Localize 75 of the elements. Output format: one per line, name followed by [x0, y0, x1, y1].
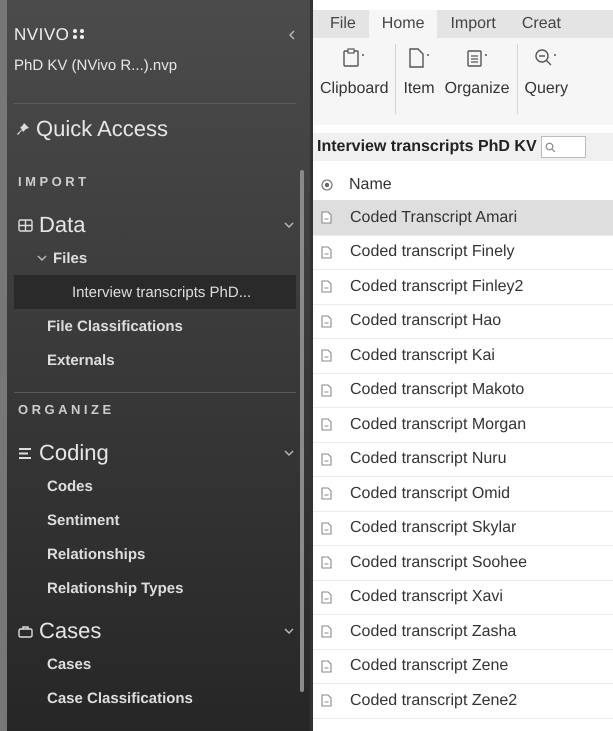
add-column-icon[interactable] [321, 179, 333, 191]
app-logo: NVIVO [14, 25, 88, 45]
file-row[interactable]: Coded transcript Omid [313, 477, 613, 512]
folder-title: Interview transcripts PhD KV [317, 138, 537, 156]
ribbon-button[interactable]: Organize [440, 44, 515, 114]
chevron-icon[interactable] [284, 627, 294, 635]
list-icon [465, 48, 490, 68]
nav-item[interactable]: Relationships [7, 537, 296, 571]
document-icon [321, 660, 332, 673]
lines-icon [18, 446, 33, 460]
document-icon [321, 556, 332, 570]
nav-group[interactable]: Data [7, 199, 310, 241]
search-icon [544, 142, 556, 152]
file-row[interactable]: Coded transcript Finley2 [313, 270, 613, 304]
nav-group[interactable]: Cases [7, 605, 310, 647]
document-icon [321, 280, 332, 294]
file-row[interactable]: Coded transcript Finely [313, 236, 613, 270]
chevron-icon[interactable] [37, 254, 47, 262]
nav-item[interactable]: Sentiment [7, 503, 296, 537]
nav-item[interactable]: Interview transcripts PhD... [14, 275, 296, 309]
file-row[interactable]: Coded transcript Soohee [313, 546, 613, 580]
briefcase-icon [18, 624, 33, 638]
magnifier-icon [534, 48, 558, 68]
project-name: PhD KV (NVivo R...).nvp [13, 56, 178, 76]
file-row[interactable]: Coded transcript Kai [313, 339, 613, 374]
nav-item[interactable]: File Classifications [7, 309, 296, 343]
quick-access[interactable]: Quick Access [7, 114, 310, 144]
document-icon [321, 349, 332, 362]
nav-group[interactable]: Coding [7, 427, 310, 469]
file-row[interactable]: Coded transcript Zasha [313, 615, 613, 650]
scrollbar[interactable] [300, 170, 304, 692]
ribbon-button[interactable]: Item [398, 44, 440, 114]
collapse-icon[interactable] [288, 29, 296, 41]
chevron-icon[interactable] [284, 221, 294, 229]
document-icon [321, 314, 332, 328]
file-row[interactable]: Coded transcript Morgan [313, 408, 613, 442]
nav-item[interactable]: Cases [7, 647, 296, 681]
ribbon-button[interactable]: Query [520, 44, 574, 114]
file-row[interactable]: Coded transcript Zene [313, 650, 613, 684]
file-row[interactable]: Coded transcript Zene2 [313, 684, 613, 718]
ribbon-tab[interactable]: Import [437, 10, 509, 38]
document-icon [321, 418, 332, 432]
document-icon [321, 211, 332, 224]
nav-item[interactable]: Files [7, 241, 296, 275]
section-heading: ORGANIZE [17, 401, 116, 419]
file-row[interactable]: Coded transcript Makoto [313, 374, 613, 408]
document-icon [407, 48, 432, 68]
ribbon-tab[interactable]: Creat [508, 10, 574, 38]
document-icon [321, 625, 332, 638]
ribbon-tab[interactable]: File [317, 10, 369, 38]
file-row[interactable]: Coded Transcript Amari [313, 201, 613, 236]
document-icon [321, 384, 332, 397]
document-icon [321, 522, 332, 535]
nav-item[interactable]: Externals [7, 343, 296, 377]
section-heading: IMPORT [17, 173, 91, 191]
chevron-icon[interactable] [284, 449, 294, 457]
search-field[interactable] [540, 136, 586, 158]
document-icon [321, 246, 332, 259]
ribbon-tab[interactable]: Home [368, 10, 438, 38]
file-row[interactable]: Coded transcript Skylar [313, 512, 613, 546]
document-icon [321, 694, 332, 708]
nav-item[interactable]: Case Classifications [7, 681, 296, 715]
nav-item[interactable]: Codes [7, 469, 296, 503]
document-icon [321, 487, 332, 500]
nav-item[interactable]: Relationship Types [7, 571, 296, 605]
file-row[interactable]: Coded transcript Xavi [313, 580, 613, 615]
column-header[interactable]: Name [349, 176, 392, 194]
ribbon-button[interactable]: Clipboard [315, 44, 394, 114]
table-icon [18, 218, 33, 232]
document-icon [321, 590, 332, 604]
document-icon [321, 452, 332, 466]
file-row[interactable]: Coded transcript Nuru [313, 442, 613, 477]
file-row[interactable]: Coded transcript Hao [313, 304, 613, 339]
pin-icon [16, 122, 30, 136]
clipboard-icon [342, 48, 366, 68]
